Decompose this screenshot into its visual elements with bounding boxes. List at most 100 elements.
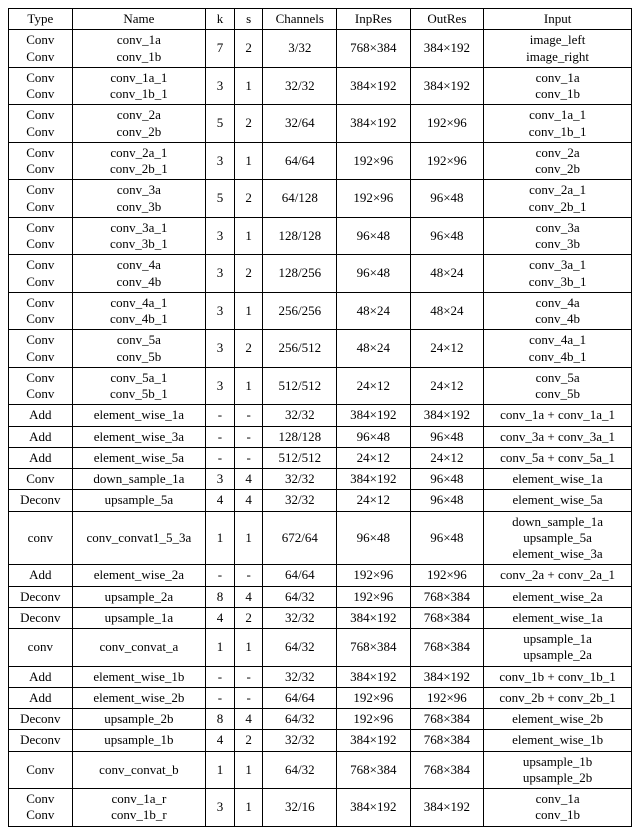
- inpres-cell: 384×192: [337, 607, 411, 628]
- channels-cell: 512/512: [263, 367, 337, 405]
- input-cell: conv_5a + conv_5a_1: [484, 447, 632, 468]
- k-cell: 4: [206, 607, 235, 628]
- s-header: s: [234, 9, 263, 30]
- outres-cell: 384×192: [410, 67, 484, 105]
- inpres-cell: 192×96: [337, 565, 411, 586]
- input-cell: conv_4a conv_4b: [484, 292, 632, 330]
- channels-cell: 128/128: [263, 426, 337, 447]
- k-cell: 3: [206, 142, 235, 180]
- k-cell: 7: [206, 30, 235, 68]
- k-header: k: [206, 9, 235, 30]
- inpres-cell: 48×24: [337, 330, 411, 368]
- type-cell: Add: [9, 687, 73, 708]
- type-header: Type: [9, 9, 73, 30]
- channels-cell: 64/64: [263, 142, 337, 180]
- table-row: Deconvupsample_2a8464/32192×96768×384ele…: [9, 586, 632, 607]
- channels-cell: 32/32: [263, 67, 337, 105]
- type-cell: Add: [9, 447, 73, 468]
- input-cell: upsample_1a upsample_2a: [484, 629, 632, 667]
- input-cell: conv_3a conv_3b: [484, 217, 632, 255]
- input-cell: upsample_1b upsample_2b: [484, 751, 632, 789]
- channels-cell: 32/32: [263, 469, 337, 490]
- type-cell: Deconv: [9, 709, 73, 730]
- inpres-cell: 96×48: [337, 426, 411, 447]
- inpres-cell: 768×384: [337, 30, 411, 68]
- name-cell: conv_3a conv_3b: [72, 180, 206, 218]
- input-cell: element_wise_2b: [484, 709, 632, 730]
- outres-cell: 384×192: [410, 789, 484, 827]
- k-cell: 8: [206, 586, 235, 607]
- outres-cell: 768×384: [410, 709, 484, 730]
- type-cell: Add: [9, 426, 73, 447]
- outres-cell: 24×12: [410, 447, 484, 468]
- outres-cell: 192×96: [410, 142, 484, 180]
- type-cell: Deconv: [9, 586, 73, 607]
- table-row: Conv Convconv_3a conv_3b5264/128192×9696…: [9, 180, 632, 218]
- name-cell: conv_5a_1 conv_5b_1: [72, 367, 206, 405]
- inpres-cell: 192×96: [337, 586, 411, 607]
- name-cell: element_wise_1b: [72, 666, 206, 687]
- table-row: Conv Convconv_1a conv_1b723/32768×384384…: [9, 30, 632, 68]
- name-cell: upsample_5a: [72, 490, 206, 511]
- s-cell: 1: [234, 142, 263, 180]
- name-cell: upsample_2a: [72, 586, 206, 607]
- inpres-cell: 24×12: [337, 367, 411, 405]
- outres-cell: 384×192: [410, 666, 484, 687]
- inpres-cell: 24×12: [337, 490, 411, 511]
- channels-cell: 512/512: [263, 447, 337, 468]
- input-cell: image_left image_right: [484, 30, 632, 68]
- name-cell: conv_convat1_5_3a: [72, 511, 206, 565]
- name-cell: conv_5a conv_5b: [72, 330, 206, 368]
- channels-cell: 32/32: [263, 730, 337, 751]
- table-row: Addelement_wise_2a--64/64192×96192×96con…: [9, 565, 632, 586]
- inpres-cell: 96×48: [337, 217, 411, 255]
- k-cell: -: [206, 565, 235, 586]
- input-cell: conv_4a_1 conv_4b_1: [484, 330, 632, 368]
- name-cell: down_sample_1a: [72, 469, 206, 490]
- table-header-row: TypeNameksChannelsInpResOutResInput: [9, 9, 632, 30]
- table-row: Conv Convconv_5a_1 conv_5b_131512/51224×…: [9, 367, 632, 405]
- name-cell: conv_1a_r conv_1b_r: [72, 789, 206, 827]
- type-cell: Conv Conv: [9, 180, 73, 218]
- inpres-header: InpRes: [337, 9, 411, 30]
- inpres-cell: 384×192: [337, 789, 411, 827]
- input-cell: conv_5a conv_5b: [484, 367, 632, 405]
- name-cell: element_wise_3a: [72, 426, 206, 447]
- k-cell: 3: [206, 67, 235, 105]
- input-cell: element_wise_1a: [484, 607, 632, 628]
- table-row: Conv Convconv_3a_1 conv_3b_131128/12896×…: [9, 217, 632, 255]
- s-cell: 4: [234, 709, 263, 730]
- channels-cell: 64/32: [263, 586, 337, 607]
- s-cell: 2: [234, 255, 263, 293]
- k-cell: 4: [206, 730, 235, 751]
- type-cell: Conv Conv: [9, 789, 73, 827]
- k-cell: -: [206, 447, 235, 468]
- input-cell: down_sample_1a upsample_5a element_wise_…: [484, 511, 632, 565]
- outres-cell: 192×96: [410, 565, 484, 586]
- s-cell: 1: [234, 629, 263, 667]
- name-cell: conv_1a_1 conv_1b_1: [72, 67, 206, 105]
- table-row: Conv Convconv_4a_1 conv_4b_131256/25648×…: [9, 292, 632, 330]
- input-cell: conv_2a conv_2b: [484, 142, 632, 180]
- inpres-cell: 192×96: [337, 687, 411, 708]
- channels-cell: 128/256: [263, 255, 337, 293]
- type-cell: conv: [9, 629, 73, 667]
- type-cell: Conv Conv: [9, 217, 73, 255]
- input-cell: element_wise_1a: [484, 469, 632, 490]
- channels-cell: 32/32: [263, 490, 337, 511]
- outres-cell: 768×384: [410, 730, 484, 751]
- k-cell: 3: [206, 217, 235, 255]
- inpres-cell: 384×192: [337, 666, 411, 687]
- input-cell: element_wise_1b: [484, 730, 632, 751]
- s-cell: -: [234, 687, 263, 708]
- inpres-cell: 192×96: [337, 180, 411, 218]
- table-row: Deconvupsample_1b4232/32384×192768×384el…: [9, 730, 632, 751]
- name-cell: element_wise_5a: [72, 447, 206, 468]
- name-header: Name: [72, 9, 206, 30]
- network-architecture-table: TypeNameksChannelsInpResOutResInput Conv…: [8, 8, 632, 827]
- input-header: Input: [484, 9, 632, 30]
- inpres-cell: 384×192: [337, 405, 411, 426]
- inpres-cell: 384×192: [337, 67, 411, 105]
- s-cell: -: [234, 405, 263, 426]
- table-row: Convdown_sample_1a3432/32384×19296×48ele…: [9, 469, 632, 490]
